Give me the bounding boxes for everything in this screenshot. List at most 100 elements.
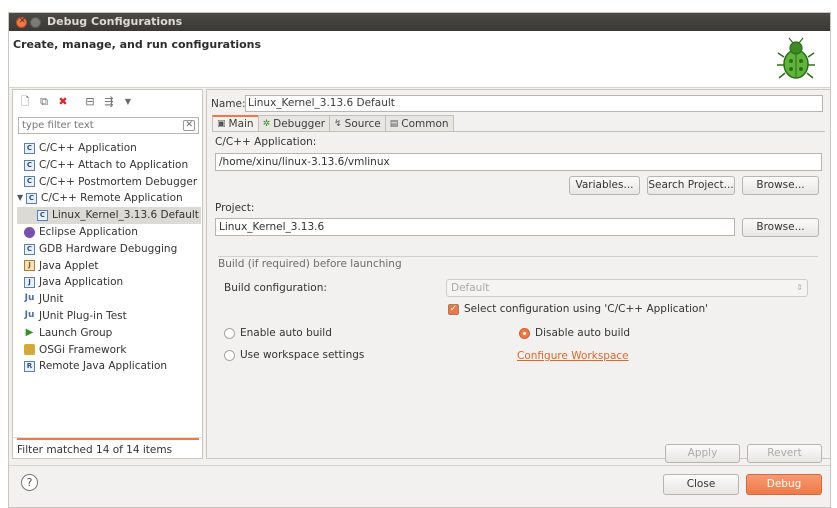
left-toolbar: 🗋 ⧉ ✖ ⊟ ⇶ ▼: [19, 94, 134, 110]
clear-filter-icon[interactable]: ✕: [183, 120, 195, 131]
build-configuration-select[interactable]: Default ⇕: [446, 279, 808, 297]
variables-button[interactable]: Variables...: [569, 176, 640, 195]
expanded-arrow-icon[interactable]: ▼: [17, 190, 26, 207]
filter-status-text: Filter matched 14 of 14 items: [17, 444, 173, 456]
close-x-icon: ✕: [19, 16, 26, 25]
tab-label: Common: [401, 117, 449, 130]
configuration-editor-pane: Name: Linux_Kernel_3.13.6 Default ▣ Main …: [206, 89, 831, 463]
enable-auto-build-radio-row[interactable]: Enable auto build: [224, 327, 332, 339]
configuration-list-pane: 🗋 ⧉ ✖ ⊟ ⇶ ▼ ✕ CC/C++ Application CC/C++ …: [12, 89, 203, 459]
filter-configurations-icon[interactable]: ⇶: [103, 96, 115, 108]
configuration-tabs: ▣ Main ✲ Debugger ↯ Source ▤ Common: [212, 115, 454, 131]
tab-main[interactable]: ▣ Main: [212, 115, 259, 131]
c-app-icon: C: [26, 193, 37, 205]
use-workspace-settings-label: Use workspace settings: [240, 349, 365, 361]
filter-input-box[interactable]: ✕: [18, 117, 199, 134]
filter-input[interactable]: [19, 118, 179, 133]
collapse-all-icon[interactable]: ⊟: [84, 96, 96, 108]
debugger-bug-icon: ✲: [262, 118, 271, 129]
tree-item-cpp-attach[interactable]: C C/C++ Attach to Application: [17, 157, 201, 174]
browse-application-button[interactable]: Browse...: [742, 176, 819, 195]
source-icon: ↯: [334, 118, 342, 129]
enable-auto-build-radio[interactable]: [224, 327, 235, 339]
cpp-application-input[interactable]: /home/xinu/linux-3.13.6/vmlinux: [215, 153, 822, 171]
c-app-icon: C: [24, 243, 35, 255]
tree-item-label: JUnit: [39, 293, 64, 306]
common-icon: ▤: [389, 118, 399, 129]
tree-item-label: C/C++ Postmortem Debugger: [39, 175, 198, 188]
select-config-checkbox[interactable]: ✓: [448, 303, 459, 315]
filter-progress-line: [17, 438, 199, 440]
tree-item-label: Eclipse Application: [39, 225, 138, 238]
disable-auto-build-radio[interactable]: [519, 327, 530, 339]
use-workspace-settings-radio[interactable]: [224, 349, 235, 361]
junit-plugin-icon: Ju: [24, 309, 35, 320]
revert-button[interactable]: Revert: [747, 444, 822, 463]
tree-item-java-application[interactable]: J Java Application: [17, 274, 201, 291]
tab-common[interactable]: ▤ Common: [384, 115, 454, 131]
dialog-header: Create, manage, and run configurations: [9, 31, 830, 88]
tree-item-launch-group[interactable]: ▶ Launch Group: [17, 325, 201, 342]
browse-project-button[interactable]: Browse...: [742, 218, 819, 237]
disable-auto-build-label: Disable auto build: [535, 327, 631, 339]
tree-item-remote-java[interactable]: R Remote Java Application: [17, 358, 201, 375]
tree-item-osgi-framework[interactable]: OSGi Framework: [17, 342, 201, 359]
tab-label: Debugger: [273, 117, 326, 130]
tree-item-java-applet[interactable]: J Java Applet: [17, 258, 201, 275]
c-app-icon: C: [24, 176, 35, 188]
tree-item-cpp-remote[interactable]: ▼ C C/C++ Remote Application: [17, 190, 201, 207]
close-button[interactable]: Close: [663, 474, 739, 495]
window-title: Debug Configurations: [47, 15, 183, 28]
view-menu-chevron-down-icon[interactable]: ▼: [122, 96, 134, 108]
select-config-checkbox-row[interactable]: ✓ Select configuration using 'C/C++ Appl…: [448, 303, 708, 315]
tree-item-eclipse-application[interactable]: Eclipse Application: [17, 224, 201, 241]
c-app-icon: C: [37, 210, 48, 222]
tree-item-label: C/C++ Remote Application: [41, 192, 183, 205]
cpp-application-label: C/C++ Application:: [215, 136, 317, 148]
tree-item-junit[interactable]: Ju JUnit: [17, 291, 201, 308]
search-project-button[interactable]: Search Project...: [647, 176, 735, 195]
debug-configurations-window: ✕ Debug Configurations Create, manage, a…: [8, 12, 831, 508]
tab-label: Main: [228, 118, 254, 130]
minimize-window-button[interactable]: [30, 17, 41, 28]
main-tab-icon: ▣: [217, 119, 226, 129]
use-workspace-settings-radio-row[interactable]: Use workspace settings: [224, 349, 364, 361]
tree-item-label: C/C++ Attach to Application: [39, 158, 189, 171]
build-group: Build (if required) before launching Bui…: [218, 256, 818, 366]
disable-auto-build-radio-row[interactable]: Disable auto build: [519, 327, 630, 339]
bug-icon: [777, 37, 815, 79]
tree-item-label: Linux_Kernel_3.13.6 Default: [52, 209, 199, 222]
osgi-icon: [24, 344, 35, 356]
project-input[interactable]: Linux_Kernel_3.13.6: [215, 218, 735, 236]
duplicate-configuration-icon[interactable]: ⧉: [38, 96, 50, 108]
debug-button[interactable]: Debug: [746, 474, 822, 495]
name-input[interactable]: Linux_Kernel_3.13.6 Default: [245, 95, 823, 112]
tree-item-label: Java Applet: [39, 259, 99, 272]
build-group-title: Build (if required) before launching: [218, 258, 405, 270]
close-window-button[interactable]: ✕: [16, 16, 27, 28]
tree-item-linux-kernel-default[interactable]: C Linux_Kernel_3.13.6 Default: [17, 207, 201, 224]
tree-item-label: Java Application: [39, 276, 124, 289]
apply-button[interactable]: Apply: [665, 444, 740, 463]
tree-item-gdb-hardware[interactable]: C GDB Hardware Debugging: [17, 241, 201, 258]
c-app-icon: C: [24, 159, 35, 171]
help-icon[interactable]: ?: [21, 474, 38, 491]
title-bar: ✕ Debug Configurations: [9, 13, 830, 31]
name-label: Name:: [211, 98, 246, 110]
java-applet-icon: J: [24, 260, 35, 272]
new-configuration-icon[interactable]: 🗋: [19, 96, 31, 108]
tab-debugger[interactable]: ✲ Debugger: [257, 115, 331, 131]
tree-item-cpp-postmortem[interactable]: C C/C++ Postmortem Debugger: [17, 174, 201, 191]
delete-configuration-icon[interactable]: ✖: [57, 96, 69, 108]
tab-source[interactable]: ↯ Source: [329, 115, 386, 131]
tree-item-junit-plugin[interactable]: Ju JUnit Plug-in Test: [17, 308, 201, 325]
tree-item-cpp-application[interactable]: C C/C++ Application: [17, 140, 201, 157]
configuration-tree: C C/C++ Application C C/C++ Attach to Appl…: [17, 140, 201, 375]
select-config-label: Select configuration using 'C/C++ Applic…: [464, 303, 708, 315]
build-configuration-label: Build configuration:: [224, 282, 327, 294]
launch-group-icon: ▶: [25, 326, 34, 338]
junit-icon: Ju: [24, 293, 35, 304]
tree-item-label: Launch Group: [39, 326, 113, 339]
configure-workspace-link[interactable]: Configure Workspace: [517, 350, 629, 362]
eclipse-icon: [24, 226, 35, 238]
